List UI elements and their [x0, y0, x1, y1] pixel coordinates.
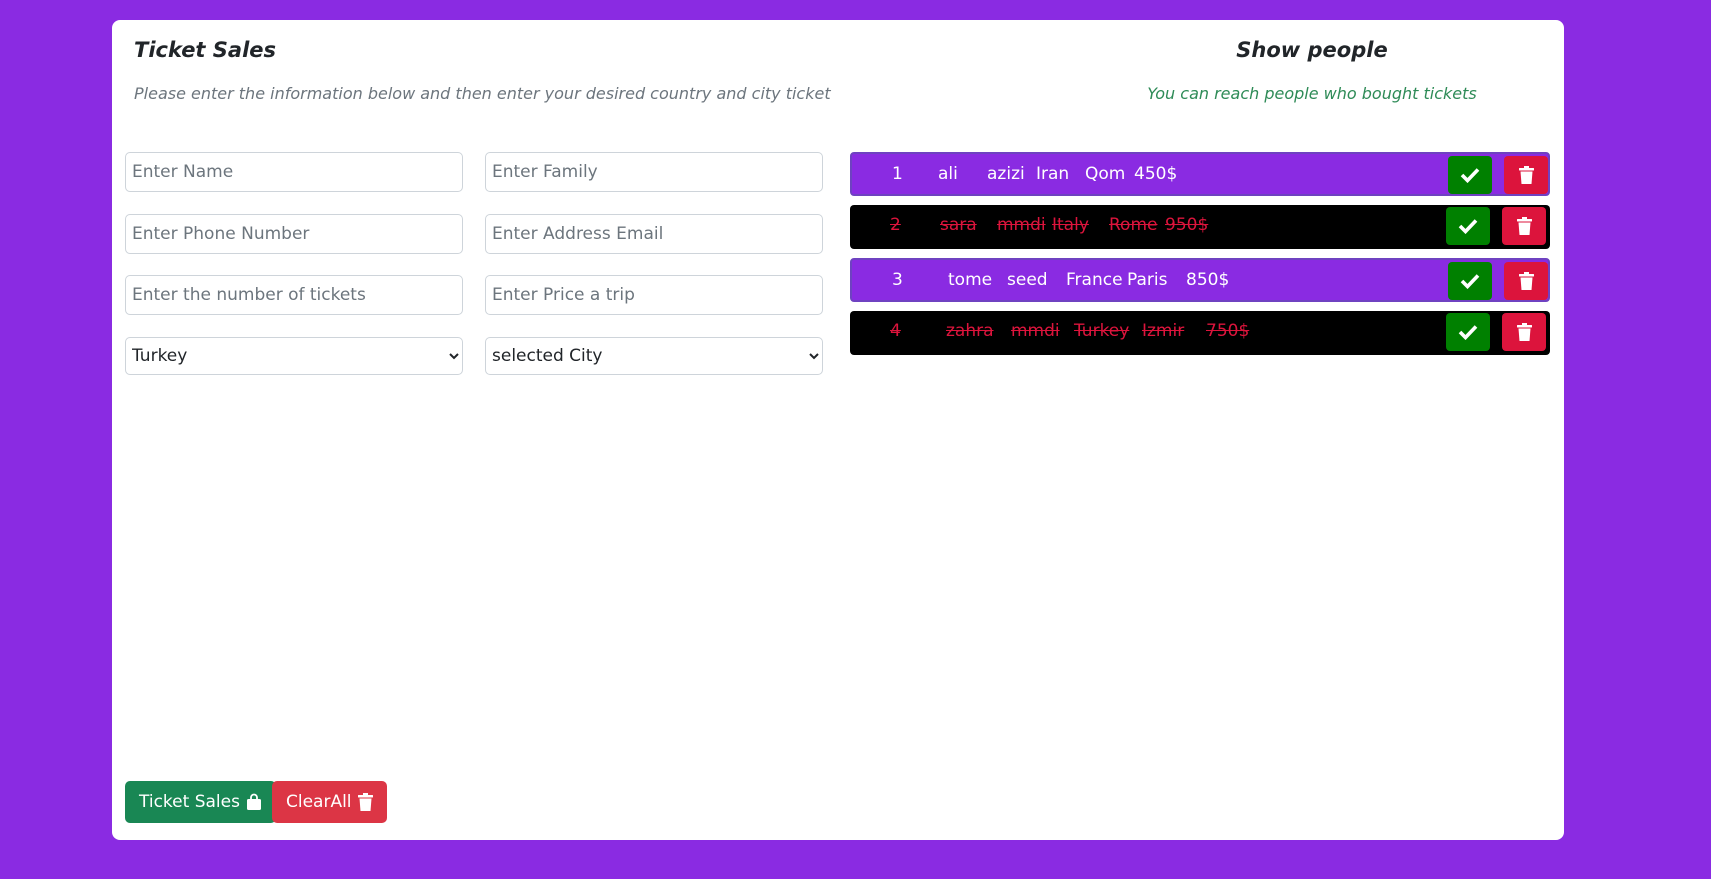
person-city: Rome [1109, 215, 1158, 235]
person-city: Izmir [1142, 321, 1185, 341]
person-id: 2 [890, 215, 901, 235]
shopping-bag-icon [246, 793, 261, 810]
phone-input[interactable] [125, 214, 463, 254]
person-city: Paris [1127, 270, 1168, 290]
person-price: 950$ [1165, 215, 1209, 235]
person-name: sara [940, 215, 977, 235]
check-button[interactable] [1446, 207, 1490, 245]
check-icon [1458, 219, 1478, 234]
person-country: Turkey [1074, 321, 1130, 341]
person-family: seed [1007, 270, 1048, 290]
ticket-sales-button[interactable]: Ticket Sales [125, 781, 276, 823]
country-select[interactable]: Turkey [125, 337, 463, 375]
person-family: mmdi [997, 215, 1046, 235]
people-subtitle: You can reach people who bought tickets [1147, 84, 1477, 103]
check-icon [1458, 325, 1478, 340]
trash-icon [1516, 217, 1532, 235]
person-price: 450$ [1134, 164, 1178, 184]
form-subtitle: Please enter the information below and t… [134, 84, 831, 103]
family-input[interactable] [485, 152, 823, 192]
price-input[interactable] [485, 275, 823, 315]
person-country: Iran [1036, 164, 1070, 184]
ticket-sales-label: Ticket Sales [139, 792, 240, 812]
check-icon [1460, 274, 1480, 289]
person-price: 850$ [1186, 270, 1230, 290]
person-row: 2 sara mmdi Italy Rome 950$ [850, 205, 1550, 249]
person-family: azizi [987, 164, 1025, 184]
person-row: 4 zahra mmdi Turkey Izmir 750$ [850, 311, 1550, 355]
trash-icon [1516, 323, 1532, 341]
people-title: Show people [1236, 38, 1388, 62]
delete-button[interactable] [1502, 313, 1546, 351]
person-name: zahra [946, 321, 994, 341]
main-card: Ticket Sales Please enter the informatio… [112, 20, 1564, 840]
email-input[interactable] [485, 214, 823, 254]
person-id: 3 [892, 270, 903, 290]
trash-icon [357, 793, 373, 811]
form-title: Ticket Sales [134, 38, 277, 62]
tickets-input[interactable] [125, 275, 463, 315]
person-id: 1 [892, 164, 903, 184]
person-city: Qom [1085, 164, 1126, 184]
check-button[interactable] [1446, 313, 1490, 351]
check-button[interactable] [1448, 262, 1492, 300]
person-country: France [1066, 270, 1123, 290]
person-id: 4 [890, 321, 901, 341]
person-name: tome [948, 270, 993, 290]
clear-all-button[interactable]: ClearAll [272, 781, 387, 823]
person-name: ali [938, 164, 958, 184]
person-family: mmdi [1011, 321, 1060, 341]
trash-icon [1518, 272, 1534, 290]
clear-all-label: ClearAll [286, 792, 352, 812]
delete-button[interactable] [1502, 207, 1546, 245]
person-price: 750$ [1206, 321, 1250, 341]
person-country: Italy [1052, 215, 1089, 235]
delete-button[interactable] [1504, 156, 1548, 194]
delete-button[interactable] [1504, 262, 1548, 300]
person-row: 3 tome seed France Paris 850$ [850, 258, 1550, 302]
person-row: 1 ali azizi Iran Qom 450$ [850, 152, 1550, 196]
trash-icon [1518, 166, 1534, 184]
check-icon [1460, 168, 1480, 183]
check-button[interactable] [1448, 156, 1492, 194]
city-select[interactable]: selected City [485, 337, 823, 375]
name-input[interactable] [125, 152, 463, 192]
